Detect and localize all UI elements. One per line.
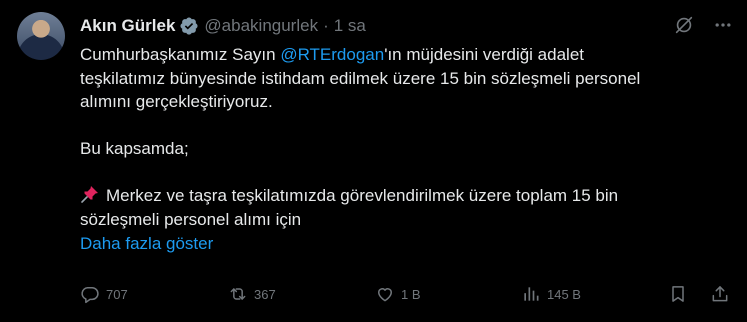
repost-count: 367 — [254, 286, 276, 302]
grok-icon[interactable] — [673, 14, 695, 36]
reply-icon — [80, 284, 100, 304]
separator-dot: · — [323, 16, 329, 35]
tweet-line: Cumhurbaşkanımız Sayın @RTErdogan'ın müj… — [80, 43, 730, 67]
author-name[interactable]: Akın Gürlek — [80, 16, 175, 36]
tweet-line: Merkez ve taşra teşkilatımızda görevlend… — [80, 184, 730, 208]
tweet-line: sözleşmeli personel alımı için — [80, 209, 302, 229]
views-count: 145 B — [547, 286, 581, 302]
timestamp[interactable]: 1 sa — [334, 16, 366, 36]
tweet[interactable]: Akın Gürlek @abakingurlek · 1 sa Cumhurb… — [0, 0, 747, 322]
avatar[interactable] — [17, 12, 65, 60]
like-icon — [375, 284, 395, 304]
show-more-link[interactable]: Daha fazla göster — [80, 232, 213, 256]
top-actions — [673, 14, 733, 36]
tweet-text: Cumhurbaşkanımız Sayın @RTErdogan'ın müj… — [80, 43, 730, 256]
reply-count: 707 — [106, 286, 128, 302]
tweet-header: Akın Gürlek @abakingurlek · 1 sa — [80, 12, 366, 40]
pin-icon — [80, 184, 100, 204]
views-button[interactable]: 145 B — [521, 284, 581, 304]
share-button[interactable] — [710, 284, 730, 304]
author-handle[interactable]: @abakingurlek — [204, 16, 318, 36]
tweet-text-segment: Cumhurbaşkanımız Sayın — [80, 45, 281, 64]
tweet-text-segment: 'ın müjdesini verdiği adalet — [384, 45, 585, 64]
repost-icon — [228, 284, 248, 304]
tweet-text-segment: Merkez ve taşra teşkilatımızda görevlend… — [106, 186, 619, 205]
tweet-line: teşkilatımız bünyesinde istihdam edilmek… — [80, 68, 641, 88]
bookmark-button[interactable] — [668, 284, 688, 304]
tweet-line: alımını gerçekleştiriyoruz. — [80, 92, 273, 111]
repost-button[interactable]: 367 — [228, 284, 276, 304]
mention-link[interactable]: @RTErdogan — [280, 45, 384, 64]
views-icon — [521, 284, 541, 304]
tweet-line: Bu kapsamda; — [80, 139, 189, 158]
share-icon — [710, 284, 730, 304]
reply-button[interactable]: 707 — [80, 284, 128, 304]
verified-badge-icon[interactable] — [179, 16, 199, 36]
more-icon[interactable] — [713, 15, 733, 35]
like-count: 1 B — [401, 286, 421, 302]
bookmark-icon — [668, 284, 688, 304]
like-button[interactable]: 1 B — [375, 284, 421, 304]
action-bar: 707 367 1 B 145 B — [80, 284, 730, 308]
